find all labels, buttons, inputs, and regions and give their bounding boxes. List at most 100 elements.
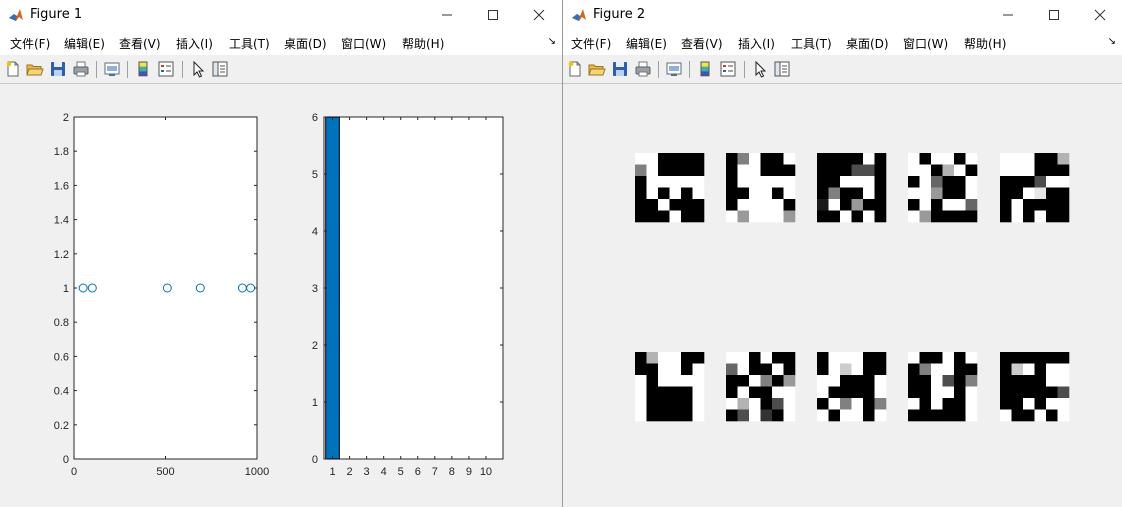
menu-file[interactable]: 文件(F) <box>571 35 611 52</box>
image-pixel <box>772 153 784 165</box>
close-button[interactable] <box>1077 0 1122 30</box>
image-pixel <box>772 398 784 410</box>
menu-tools[interactable]: 工具(T) <box>791 35 832 52</box>
toolbar-dock-arrow-icon[interactable]: ↘ <box>1108 36 1116 47</box>
x-tick-label: 1 <box>329 466 335 478</box>
subplot-image <box>726 153 796 223</box>
minimize-button[interactable] <box>424 0 470 30</box>
image-pixel <box>783 386 796 399</box>
image-pixel <box>1000 398 1012 410</box>
image-pixel <box>919 386 932 399</box>
minimize-button[interactable] <box>985 0 1031 30</box>
menu-insert[interactable]: 插入(I) <box>176 35 213 52</box>
print-icon[interactable] <box>634 60 652 78</box>
image-pixel <box>919 409 932 422</box>
print-icon[interactable] <box>72 60 90 78</box>
open-file-icon[interactable] <box>26 60 44 78</box>
menu-edit[interactable]: 编辑(E) <box>626 35 667 52</box>
menu-view[interactable]: 查看(V) <box>119 35 161 52</box>
image-pixel <box>1000 352 1012 364</box>
image-pixel <box>817 153 829 165</box>
menu-window[interactable]: 窗口(W) <box>903 35 948 52</box>
image-pixel <box>908 352 920 364</box>
image-pixel <box>1023 164 1035 177</box>
insert-colorbar-icon[interactable] <box>696 60 714 78</box>
minimize-icon <box>442 14 452 16</box>
image-pixel <box>965 164 978 177</box>
maximize-button[interactable] <box>1031 0 1077 30</box>
close-button[interactable] <box>516 0 562 30</box>
image-pixel <box>817 398 829 410</box>
image-pixel <box>1046 187 1058 200</box>
insert-legend-icon[interactable] <box>157 60 175 78</box>
insert-legend-icon[interactable] <box>719 60 737 78</box>
property-inspector-icon[interactable] <box>211 60 229 78</box>
image-pixel <box>931 153 943 165</box>
image-pixel <box>919 398 932 410</box>
image-pixel <box>1023 153 1035 165</box>
image-pixel <box>635 176 647 188</box>
print-preview-icon[interactable] <box>665 60 683 78</box>
menu-desktop[interactable]: 桌面(D) <box>284 35 327 52</box>
subplot-image <box>635 153 705 223</box>
save-icon[interactable] <box>49 60 67 78</box>
image-pixel <box>863 210 875 223</box>
new-figure-icon[interactable] <box>4 60 22 78</box>
edit-plot-icon[interactable] <box>189 60 207 78</box>
image-pixel <box>635 375 647 387</box>
image-pixel <box>942 386 955 399</box>
menu-file[interactable]: 文件(F) <box>10 35 50 52</box>
menu-insert[interactable]: 插入(I) <box>738 35 775 52</box>
figure-toolbar <box>563 56 1122 84</box>
window-title: Figure 2 <box>593 7 646 22</box>
insert-colorbar-icon[interactable] <box>134 60 152 78</box>
image-pixel <box>931 199 943 211</box>
menu-tools[interactable]: 工具(T) <box>229 35 270 52</box>
toolbar-dock-arrow-icon[interactable]: ↘ <box>548 36 556 47</box>
print-preview-icon[interactable] <box>103 60 121 78</box>
image-pixel <box>1011 176 1024 188</box>
image-pixel <box>646 153 659 165</box>
edit-plot-icon[interactable] <box>751 60 769 78</box>
subplot-image <box>817 153 887 223</box>
image-pixel <box>772 187 784 200</box>
image-pixel <box>863 176 875 188</box>
image-pixel <box>749 386 761 399</box>
image-pixel <box>874 409 887 422</box>
image-pixel <box>737 375 750 387</box>
new-figure-icon[interactable] <box>566 60 584 78</box>
image-pixel <box>669 409 682 422</box>
figure2-titlebar[interactable]: Figure 2 <box>563 0 1122 30</box>
menu-edit[interactable]: 编辑(E) <box>64 35 105 52</box>
image-pixel <box>942 398 955 410</box>
image-pixel <box>817 352 829 364</box>
image-pixel <box>737 164 750 177</box>
maximize-button[interactable] <box>470 0 516 30</box>
menu-help[interactable]: 帮助(H) <box>402 35 444 52</box>
image-pixel <box>760 363 773 376</box>
menu-desktop[interactable]: 桌面(D) <box>846 35 889 52</box>
menu-window[interactable]: 窗口(W) <box>341 35 386 52</box>
menu-help[interactable]: 帮助(H) <box>964 35 1006 52</box>
image-pixel <box>635 153 647 165</box>
image-pixel <box>965 199 978 211</box>
property-inspector-icon[interactable] <box>773 60 791 78</box>
image-pixel <box>942 164 955 177</box>
image-pixel <box>692 176 705 188</box>
image-pixel <box>1057 176 1070 188</box>
open-file-icon[interactable] <box>588 60 606 78</box>
image-pixel <box>692 375 705 387</box>
image-pixel <box>726 176 738 188</box>
image-pixel <box>737 352 750 364</box>
image-pixel <box>840 176 852 188</box>
image-pixel <box>828 409 841 422</box>
figure1-titlebar[interactable]: Figure 1 <box>0 0 562 30</box>
image-pixel <box>669 164 682 177</box>
save-icon[interactable] <box>611 60 629 78</box>
y-tick-label: 0.2 <box>54 420 69 432</box>
image-pixel <box>726 187 738 200</box>
menu-view[interactable]: 查看(V) <box>681 35 723 52</box>
image-pixel <box>760 153 773 165</box>
image-pixel <box>1011 386 1024 399</box>
image-pixel <box>635 386 647 399</box>
